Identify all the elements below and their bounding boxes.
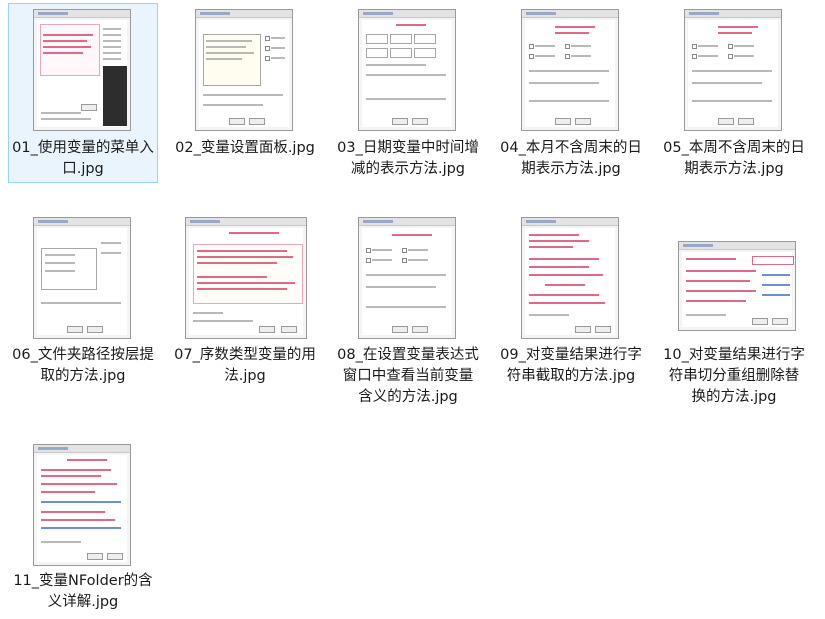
file-name[interactable]: 10_对变量结果进行字符串切分重组删除替换的方法.jpg: [662, 345, 806, 408]
file-name[interactable]: 04_本月不含周末的日期表示方法.jpg: [499, 138, 643, 180]
file-name[interactable]: 07_序数类型变量的用法.jpg: [173, 345, 317, 387]
file-name[interactable]: 06_文件夹路径按层提取的方法.jpg: [11, 345, 155, 387]
file-name[interactable]: 01_使用变量的菜单入口.jpg: [11, 138, 155, 180]
file-item-03[interactable]: 03_日期变量中时间增减的表示方法.jpg: [333, 3, 483, 203]
file-name[interactable]: 03_日期变量中时间增减的表示方法.jpg: [336, 138, 480, 180]
file-item-10[interactable]: 10_对变量结果进行字符串切分重组删除替换的方法.jpg: [659, 212, 809, 442]
file-item-06[interactable]: 06_文件夹路径按层提取的方法.jpg: [8, 212, 158, 412]
file-item-09[interactable]: 09_对变量结果进行字符串截取的方法.jpg: [496, 212, 646, 412]
file-item-08[interactable]: 08_在设置变量表达式窗口中查看当前变量含义的方法.jpg: [333, 212, 483, 442]
file-name[interactable]: 05_本周不含周末的日期表示方法.jpg: [662, 138, 806, 180]
file-name[interactable]: 02_变量设置面板.jpg: [173, 138, 317, 159]
file-thumbnail[interactable]: [195, 9, 293, 131]
file-item-11[interactable]: 11_变量NFolder的含义详解.jpg: [8, 440, 158, 618]
file-thumbnail[interactable]: [684, 9, 782, 131]
file-thumbnail[interactable]: [358, 9, 456, 131]
file-item-07[interactable]: 07_序数类型变量的用法.jpg: [170, 212, 320, 412]
file-thumbnail[interactable]: [33, 9, 131, 131]
file-thumbnail[interactable]: [678, 241, 796, 331]
file-name[interactable]: 09_对变量结果进行字符串截取的方法.jpg: [499, 345, 643, 387]
file-name[interactable]: 11_变量NFolder的含义详解.jpg: [11, 571, 155, 613]
file-item-04[interactable]: 04_本月不含周末的日期表示方法.jpg: [496, 3, 646, 203]
file-name[interactable]: 08_在设置变量表达式窗口中查看当前变量含义的方法.jpg: [336, 345, 480, 408]
file-thumbnail[interactable]: [521, 9, 619, 131]
file-thumbnail[interactable]: [33, 444, 131, 566]
file-thumbnail[interactable]: [185, 217, 307, 339]
file-thumbnail[interactable]: [33, 217, 131, 339]
file-item-02[interactable]: 02_变量设置面板.jpg: [170, 3, 320, 183]
file-thumbnail[interactable]: [521, 217, 619, 339]
file-item-05[interactable]: 05_本周不含周末的日期表示方法.jpg: [659, 3, 809, 203]
file-thumbnail[interactable]: [358, 217, 456, 339]
file-item-01[interactable]: 01_使用变量的菜单入口.jpg: [8, 3, 158, 183]
